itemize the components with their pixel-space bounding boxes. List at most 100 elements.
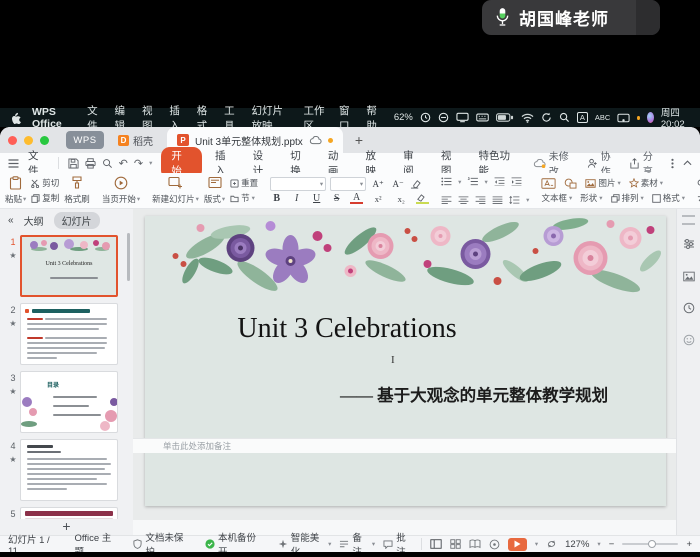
textbox-icon[interactable]	[541, 178, 556, 189]
menubar-app-name[interactable]: WPS Office	[32, 106, 76, 130]
underline-button[interactable]: U	[310, 193, 323, 204]
do-not-disturb-icon[interactable]	[438, 112, 449, 123]
clear-format-icon[interactable]	[410, 179, 421, 189]
format-painter-button[interactable]: 格式刷	[64, 175, 90, 206]
emoji-smiley-icon[interactable]	[682, 333, 696, 347]
quick-actions-caret-icon[interactable]: ▾	[149, 159, 152, 167]
new-tab-button[interactable]: +	[355, 132, 363, 148]
print-preview-icon[interactable]	[102, 158, 113, 169]
cut-button[interactable]: 剪切	[31, 177, 59, 189]
shape-label[interactable]: 形状▾	[580, 192, 602, 204]
increase-font-button[interactable]: A⁺	[370, 179, 386, 190]
properties-sliders-icon[interactable]	[682, 237, 696, 251]
apple-logo-icon[interactable]	[10, 111, 21, 124]
tab-docer[interactable]: D 稻壳	[118, 133, 153, 148]
smart-beautify-button[interactable]: 智能美化▾	[278, 530, 332, 552]
notes-button[interactable]: 备注▾	[339, 530, 375, 552]
zoom-slider-handle[interactable]	[648, 540, 656, 548]
decrease-font-button[interactable]: A⁻	[390, 179, 406, 190]
panel-drag-handle[interactable]	[682, 215, 695, 225]
collapse-sidebar-button[interactable]: «	[8, 215, 14, 226]
zoom-in-button[interactable]: +	[686, 539, 692, 550]
wifi-icon[interactable]	[521, 113, 534, 123]
play-from-current-button[interactable]: 当页开始▾	[102, 175, 140, 206]
print-icon[interactable]	[85, 158, 96, 169]
wps-home-button[interactable]: WPS	[66, 131, 104, 149]
slide-title[interactable]: Unit 3 Celebrations	[145, 313, 549, 345]
shapes-icon[interactable]	[564, 178, 577, 189]
textbox-label[interactable]: 文本框▾	[541, 192, 572, 204]
spotlight-search-icon[interactable]	[559, 112, 570, 123]
slide-editing-surface[interactable]: Unit 3 Celebrations I —— 基于大观念的单元整体教学规划	[145, 216, 666, 506]
zoom-slider[interactable]	[622, 543, 678, 545]
collapse-ribbon-icon[interactable]	[683, 160, 692, 166]
tab-slides[interactable]: 幻灯片	[54, 212, 100, 229]
picture-button[interactable]: 图片▾	[585, 177, 620, 189]
document-protection-status[interactable]: 文档未保护	[133, 530, 191, 552]
bold-button[interactable]: B	[270, 193, 283, 204]
bullet-list-icon[interactable]	[441, 177, 452, 186]
normal-view-icon[interactable]	[430, 539, 442, 549]
arrange-button[interactable]: 排列▾	[611, 192, 644, 204]
backup-status[interactable]: 本机备份开	[205, 530, 264, 552]
slide-thumbnail-3[interactable]: 目录	[20, 371, 118, 433]
abc-input-icon[interactable]: ABC	[595, 113, 610, 122]
notes-input[interactable]: 单击此处添加备注	[133, 438, 676, 453]
font-color-button[interactable]: A	[350, 193, 363, 204]
copy-button[interactable]: 复制	[31, 192, 59, 204]
hamburger-menu-icon[interactable]	[8, 159, 19, 168]
font-size-select[interactable]: ▾	[330, 177, 366, 191]
slideshow-play-button[interactable]	[508, 538, 527, 551]
loop-icon[interactable]	[546, 539, 557, 549]
close-window-button[interactable]	[8, 136, 17, 145]
font-family-select[interactable]: ▾	[270, 177, 326, 191]
more-options-icon[interactable]	[671, 158, 674, 169]
zoom-level[interactable]: 127%	[565, 539, 589, 550]
increase-indent-icon[interactable]	[511, 177, 522, 186]
justify-icon[interactable]	[492, 196, 503, 204]
align-left-icon[interactable]	[441, 196, 452, 204]
comments-button[interactable]: 批注	[383, 530, 413, 552]
redo-icon[interactable]: ↷	[134, 157, 143, 170]
slide-thumbnail-4[interactable]	[20, 439, 118, 501]
slide-thumbnail-2[interactable]	[20, 303, 118, 365]
slide-thumbnail-1[interactable]: Unit 3 Celebrations	[20, 235, 118, 297]
line-spacing-icon[interactable]	[509, 196, 520, 204]
save-icon[interactable]	[68, 158, 79, 169]
slide-sorter-view-icon[interactable]	[450, 539, 461, 549]
history-clock-icon[interactable]	[682, 301, 696, 315]
decrease-indent-icon[interactable]	[494, 177, 505, 186]
siri-icon[interactable]	[647, 112, 654, 123]
theme-name[interactable]: Office 主题	[75, 530, 120, 552]
reset-slide-button[interactable]: 重置	[230, 177, 258, 189]
zoom-caret-icon[interactable]: ▾	[597, 540, 600, 548]
display-icon[interactable]	[456, 112, 469, 123]
play-options-caret-icon[interactable]: ▾	[535, 540, 538, 548]
zoom-window-button[interactable]	[40, 136, 49, 145]
numbered-list-icon[interactable]	[467, 177, 478, 186]
remote-control-icon[interactable]	[489, 539, 500, 550]
new-slide-button[interactable]: 新建幻灯片▾	[152, 175, 199, 206]
zoom-out-button[interactable]: −	[609, 539, 615, 550]
section-button[interactable]: 节▾	[230, 192, 258, 204]
undo-icon[interactable]: ↶	[119, 157, 128, 170]
paste-button[interactable]: 粘贴▾	[5, 175, 26, 206]
slide-layout-button[interactable]: 版式▾	[204, 175, 225, 206]
sync-icon[interactable]	[541, 112, 552, 123]
battery-icon[interactable]	[496, 113, 514, 122]
keyboard-icon[interactable]	[476, 113, 489, 122]
format-button[interactable]: 格式▾	[652, 192, 685, 204]
tab-outline[interactable]: 大纲	[24, 213, 44, 228]
sidebar-scrollbar[interactable]	[127, 233, 130, 281]
screen-mirroring-icon[interactable]	[617, 113, 630, 123]
assets-button[interactable]: 素材▾	[629, 177, 663, 189]
status-circle-icon[interactable]	[420, 112, 431, 123]
slide-subtitle[interactable]: —— 基于大观念的单元整体教学规划	[249, 382, 699, 406]
align-center-icon[interactable]	[458, 196, 469, 204]
video-call-overlay[interactable]: 胡国峰老师	[482, 0, 660, 35]
minimize-window-button[interactable]	[24, 136, 33, 145]
strikethrough-button[interactable]: S	[330, 193, 343, 204]
highlight-color-button[interactable]	[416, 194, 429, 204]
image-library-icon[interactable]	[682, 269, 696, 283]
italic-button[interactable]: I	[290, 193, 303, 204]
